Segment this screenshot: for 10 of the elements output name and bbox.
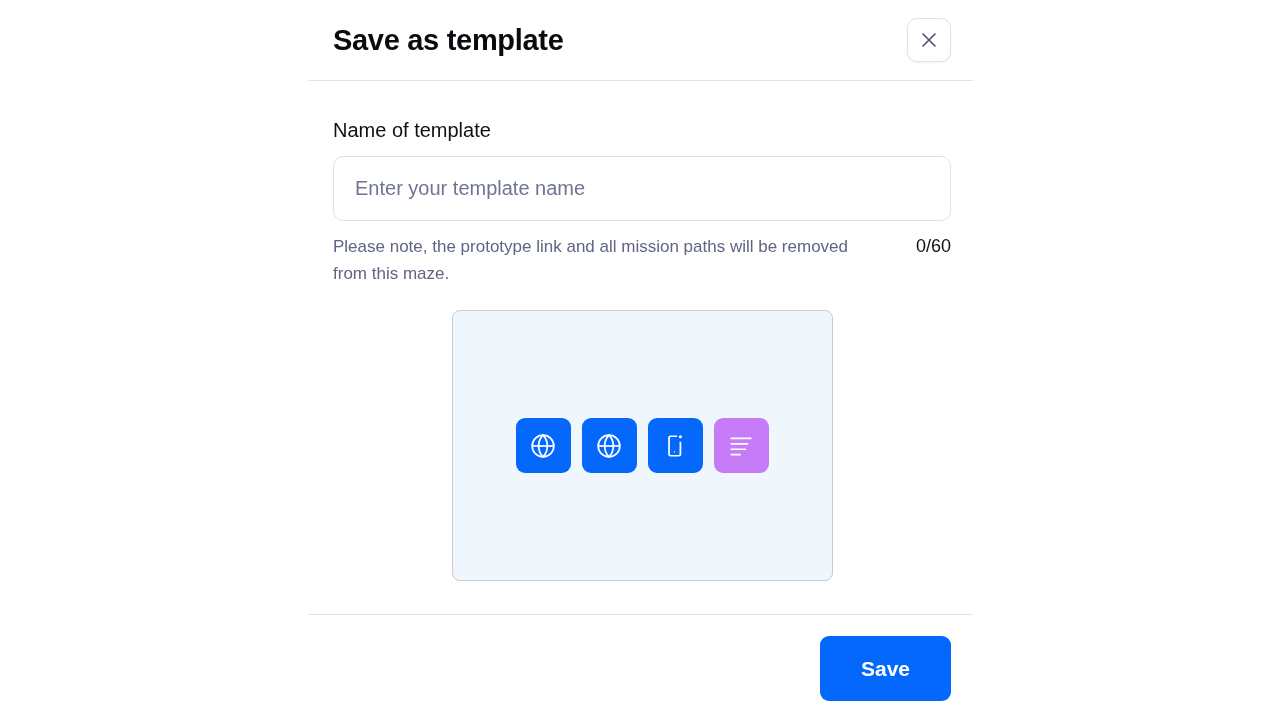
- dialog-title: Save as template: [333, 23, 564, 57]
- close-button[interactable]: [907, 18, 951, 62]
- note-text: Please note, the prototype link and all mission paths will be removed from this maze.: [333, 236, 849, 285]
- close-icon: [922, 33, 936, 47]
- field-label: Name of template: [333, 119, 492, 142]
- save-button[interactable]: Save: [820, 636, 951, 701]
- character-counter: 0/60: [915, 235, 951, 258]
- template-name-field[interactable]: Enter your template name: [333, 156, 951, 221]
- globe-icon: [530, 432, 556, 459]
- globe-icon: [596, 432, 622, 459]
